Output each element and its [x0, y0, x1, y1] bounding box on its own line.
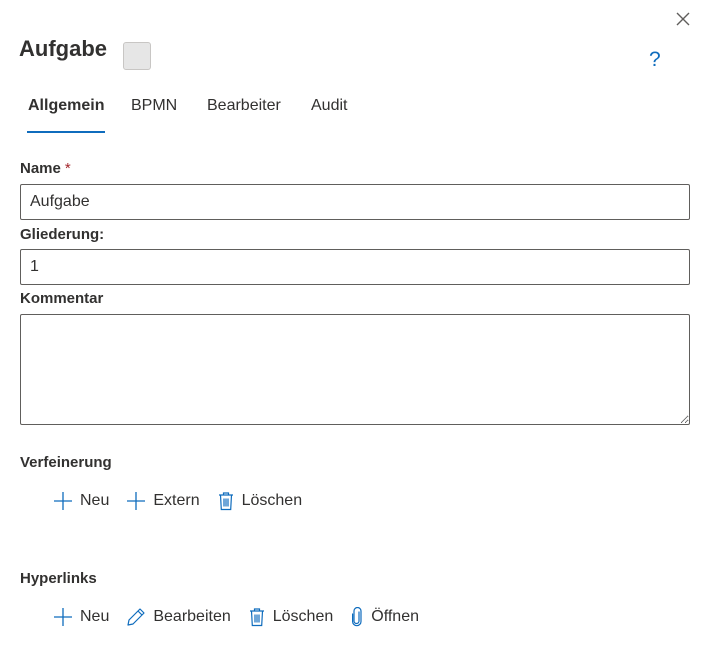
- gliederung-field[interactable]: [20, 249, 690, 285]
- tab-audit[interactable]: Audit: [311, 95, 347, 133]
- tab-label: Bearbeiter: [207, 97, 281, 114]
- help-icon: ?: [649, 48, 661, 71]
- button-label: Löschen: [241, 492, 303, 509]
- verfeinerung-new-button[interactable]: Neu: [53, 491, 109, 511]
- tab-bearbeiter[interactable]: Bearbeiter: [207, 95, 281, 133]
- button-label: Neu: [80, 608, 110, 625]
- button-label: Löschen: [272, 608, 334, 625]
- paperclip-icon: [352, 607, 362, 627]
- hyperlinks-title: Hyperlinks: [20, 570, 97, 587]
- add-icon: [54, 492, 72, 510]
- verfeinerung-delete-button[interactable]: Löschen: [217, 491, 303, 511]
- close-button[interactable]: [674, 10, 692, 28]
- button-label: Bearbeiten: [153, 608, 231, 625]
- add-icon: [54, 608, 72, 626]
- trash-icon: [218, 492, 233, 511]
- hyperlink-edit-button[interactable]: Bearbeiten: [126, 607, 231, 627]
- verfeinerung-extern-button[interactable]: Extern: [126, 491, 200, 511]
- tab-allgemein[interactable]: Allgemein: [27, 95, 106, 133]
- hyperlink-delete-button[interactable]: Löschen: [248, 607, 334, 627]
- name-label-text: Name: [20, 160, 61, 177]
- hyperlinks-command-bar: Neu Bearbeiten Löschen Öffnen: [53, 605, 436, 629]
- required-marker: *: [64, 160, 71, 177]
- pencil-icon: [127, 608, 145, 626]
- tab-label: BPMN: [131, 97, 178, 114]
- tab-label: Allgemein: [28, 97, 105, 114]
- dialog-title: Aufgabe: [19, 36, 107, 61]
- button-label: Neu: [80, 492, 110, 509]
- trash-icon: [249, 608, 264, 627]
- name-label: Name *: [20, 160, 71, 177]
- tab-bpmn[interactable]: BPMN: [131, 95, 177, 133]
- add-icon: [127, 492, 146, 510]
- name-field[interactable]: [20, 184, 690, 220]
- button-label: Öffnen: [371, 608, 419, 625]
- kommentar-field[interactable]: [20, 314, 690, 425]
- help-button[interactable]: ?: [649, 48, 661, 72]
- gliederung-label: Gliederung:: [20, 226, 105, 243]
- close-icon: [676, 12, 690, 26]
- button-label: Extern: [153, 492, 200, 509]
- hyperlink-open-button[interactable]: Öffnen: [350, 607, 419, 627]
- verfeinerung-title: Verfeinerung: [20, 454, 112, 471]
- tab-label: Audit: [311, 97, 348, 114]
- verfeinerung-command-bar: Neu Extern Löschen: [53, 489, 319, 513]
- color-swatch-button[interactable]: [123, 42, 151, 70]
- hyperlink-new-button[interactable]: Neu: [53, 607, 109, 627]
- active-tab-indicator: [27, 131, 106, 133]
- kommentar-label: Kommentar: [20, 290, 104, 307]
